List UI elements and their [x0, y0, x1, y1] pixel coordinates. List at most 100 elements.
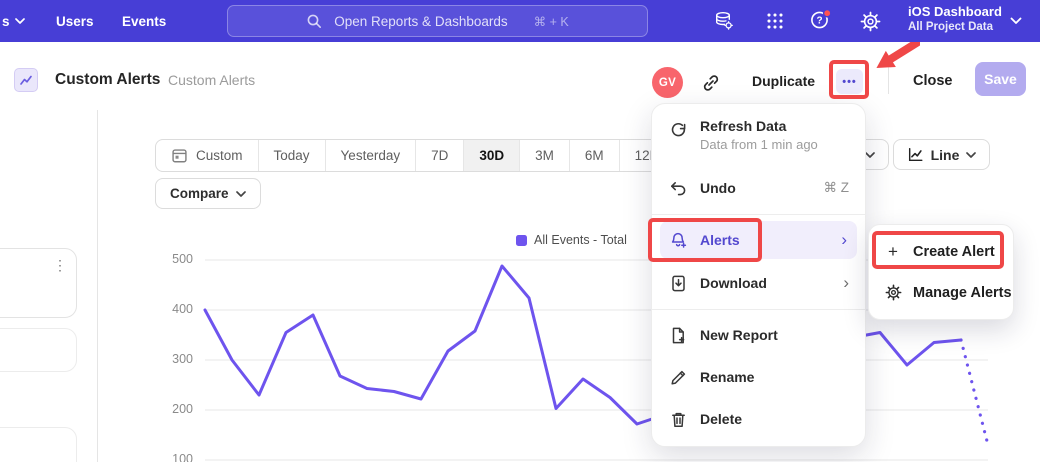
menu-divider: [652, 309, 865, 310]
y-tick-label: 100: [155, 452, 193, 462]
chevron-down-icon: [865, 152, 875, 158]
menu-item-rename[interactable]: Rename: [652, 356, 865, 398]
date-range-label: 3M: [535, 148, 554, 163]
chevron-down-icon: [236, 191, 246, 197]
avatar-initials: GV: [659, 77, 676, 89]
link-icon: [701, 73, 721, 93]
compare-label: Compare: [170, 186, 229, 201]
new-report-icon: [669, 326, 688, 345]
submenu-item-create-alert[interactable]: + Create Alert: [869, 231, 1013, 272]
menu-item-new-report[interactable]: New Report: [652, 314, 865, 356]
search-icon: [306, 13, 322, 29]
save-button[interactable]: Save: [975, 62, 1026, 96]
alerts-label: Alerts: [700, 232, 740, 248]
y-tick-label: 500: [155, 252, 193, 266]
chevron-down-icon: [966, 152, 976, 158]
date-range-7d[interactable]: 7D: [415, 140, 463, 171]
pencil-icon: [669, 368, 688, 387]
menu-item-download[interactable]: Download ›: [652, 261, 865, 305]
menu-item-undo[interactable]: Undo ⌘ Z: [652, 166, 865, 210]
new-report-label: New Report: [700, 327, 778, 343]
app-window: 500 400 300 200 100 All Events - Total s Use…: [0, 0, 1040, 462]
date-range-label: 6M: [585, 148, 604, 163]
project-switcher[interactable]: iOS Dashboard All Project Data: [908, 4, 1002, 35]
undo-label: Undo: [700, 180, 736, 196]
rename-label: Rename: [700, 369, 754, 385]
search-input[interactable]: Open Reports & Dashboards ⌘ + K: [227, 5, 648, 37]
undo-shortcut: ⌘ Z: [824, 180, 850, 196]
help-icon: ?: [809, 8, 833, 32]
nav-item-partial[interactable]: s: [2, 0, 25, 42]
compare-button[interactable]: Compare: [155, 178, 261, 209]
submenu-item-manage-alerts[interactable]: Manage Alerts: [869, 272, 1013, 313]
apps-grid-button[interactable]: [763, 9, 787, 33]
database-gear-icon: [713, 10, 735, 32]
plus-icon: +: [884, 243, 902, 261]
page-title: Custom Alerts: [55, 71, 160, 89]
title-bar: Custom Alerts Custom Alerts GV Duplicate…: [0, 42, 1040, 110]
y-tick-label: 200: [155, 402, 193, 416]
menu-item-refresh-data[interactable]: Refresh Data Data from 1 min ago: [652, 116, 865, 166]
refresh-icon: [669, 121, 688, 140]
date-range-today[interactable]: Today: [258, 140, 325, 171]
alerts-submenu: + Create Alert Manage Alerts: [868, 224, 1014, 320]
date-range-yesterday[interactable]: Yesterday: [325, 140, 416, 171]
legend-label: All Events - Total: [534, 233, 627, 247]
gear-icon: [884, 284, 902, 302]
nav-item-users[interactable]: Users: [56, 0, 94, 42]
settings-button[interactable]: [858, 9, 882, 33]
date-range-3m[interactable]: 3M: [519, 140, 569, 171]
avatar[interactable]: GV: [652, 67, 683, 98]
project-name: iOS Dashboard: [908, 4, 1002, 20]
search-shortcut: ⌘ + K: [534, 14, 569, 29]
download-icon: [669, 274, 688, 293]
nav-item-partial-label: s: [2, 14, 10, 29]
y-tick-label: 400: [155, 302, 193, 316]
date-range-custom[interactable]: Custom: [156, 140, 258, 171]
undo-icon: [669, 179, 688, 198]
legend-swatch: [516, 235, 527, 246]
kebab-menu-icon[interactable]: ⋮: [53, 257, 67, 274]
refresh-subtitle: Data from 1 min ago: [700, 137, 818, 152]
date-range-label: Custom: [196, 148, 243, 163]
chevron-right-icon: ›: [843, 274, 849, 291]
help-button[interactable]: ?: [809, 8, 833, 32]
delete-label: Delete: [700, 411, 742, 427]
project-chevron-down-icon[interactable]: [1010, 17, 1022, 25]
date-range-6m[interactable]: 6M: [569, 140, 619, 171]
breadcrumb: Custom Alerts: [168, 72, 255, 88]
y-tick-label: 300: [155, 352, 193, 366]
create-alert-label: Create Alert: [913, 244, 995, 260]
sidebar-card[interactable]: [0, 328, 77, 372]
date-range-label: 7D: [431, 148, 448, 163]
grid-icon: [765, 11, 785, 31]
date-range-label: Yesterday: [341, 148, 401, 163]
nav-users-label: Users: [56, 14, 94, 29]
menu-item-delete[interactable]: Delete: [652, 398, 865, 440]
date-range-picker: CustomTodayYesterday7D30D3M6M12M: [155, 139, 677, 172]
sidebar-card[interactable]: [0, 427, 77, 462]
divider: [888, 66, 889, 94]
search-placeholder: Open Reports & Dashboards: [334, 14, 507, 29]
report-type-icon: [14, 68, 38, 92]
duplicate-button[interactable]: Duplicate: [752, 73, 815, 89]
chevron-down-icon: [15, 18, 25, 24]
date-range-30d[interactable]: 30D: [463, 140, 519, 171]
sidebar-card[interactable]: ⋮: [0, 248, 77, 318]
more-options-button[interactable]: •••: [836, 69, 863, 94]
data-management-button[interactable]: [712, 9, 736, 33]
svg-text:?: ?: [816, 16, 822, 27]
top-nav: s Users Events Open Reports & Dashboards…: [0, 0, 1040, 42]
nav-item-events[interactable]: Events: [122, 0, 166, 42]
trash-icon: [669, 410, 688, 429]
bell-plus-icon: [669, 231, 688, 250]
date-range-label: 30D: [479, 148, 504, 163]
menu-item-alerts[interactable]: Alerts ›: [660, 221, 857, 259]
manage-alerts-label: Manage Alerts: [913, 285, 1012, 301]
close-button[interactable]: Close: [913, 73, 953, 89]
line-chart-icon: [907, 146, 924, 163]
nav-events-label: Events: [122, 14, 166, 29]
save-label: Save: [984, 71, 1017, 87]
copy-link-button[interactable]: [700, 72, 722, 94]
chart-type-button[interactable]: Line: [893, 139, 990, 170]
